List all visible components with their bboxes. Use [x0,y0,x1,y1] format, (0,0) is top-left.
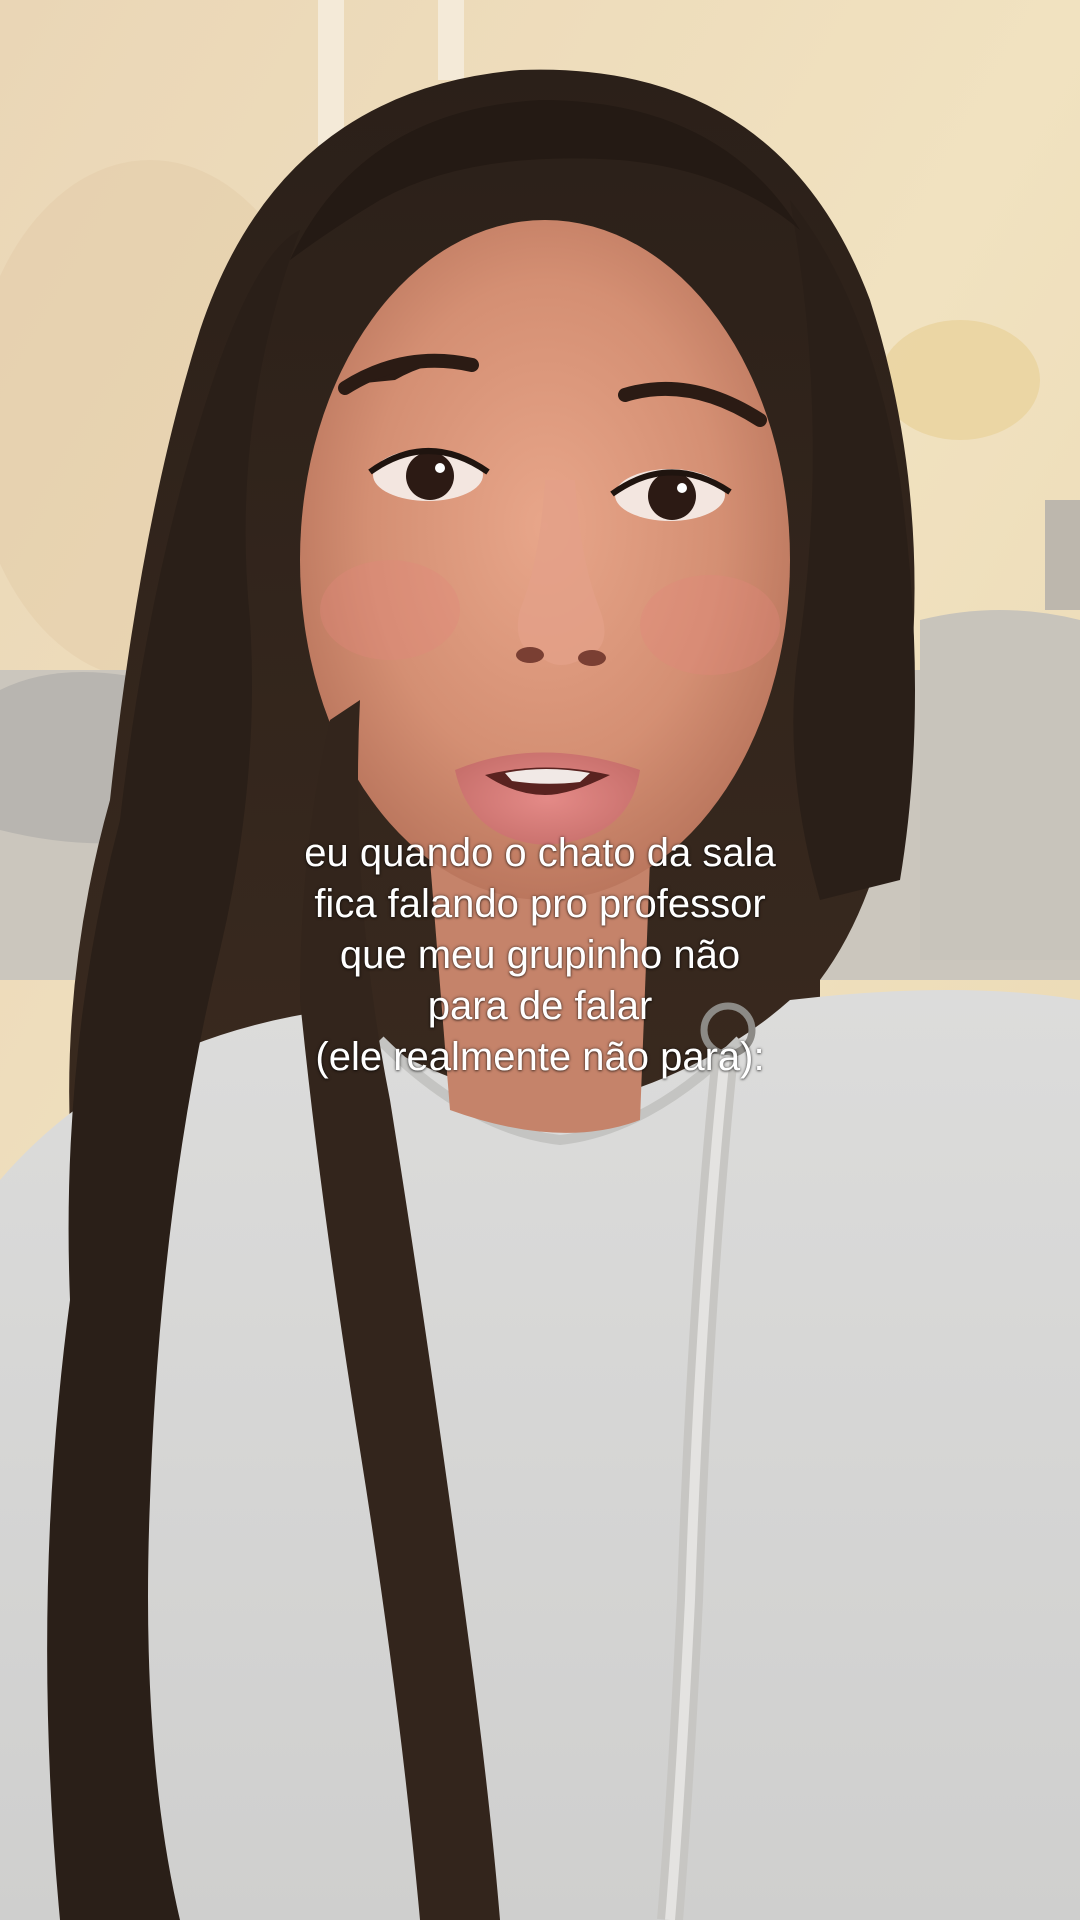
caption-line: que meu grupinho não [339,933,741,977]
caption-line: para de falar [427,984,653,1028]
eye-right [648,472,696,520]
eye-left [406,452,454,500]
caption-overlay: eu quando o chato da sala fica falando p… [140,828,940,1083]
caption-line: (ele realmente não para): [315,1035,765,1079]
video-frame: eu quando o chato da sala fica falando p… [0,0,1080,1920]
caption-line: fica falando pro professor [314,882,766,926]
caption-line: eu quando o chato da sala [304,831,776,875]
